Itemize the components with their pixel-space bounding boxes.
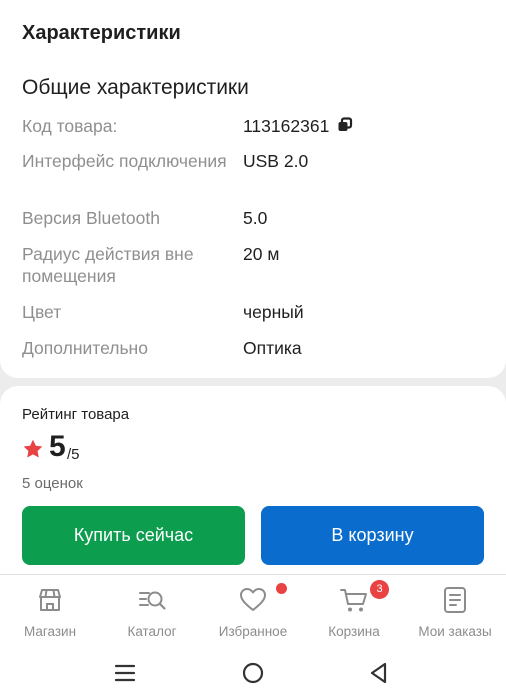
spec-value: 113162361 bbox=[243, 115, 353, 137]
rating-max: /5 bbox=[67, 446, 80, 463]
nav-item-store[interactable]: Магазин bbox=[0, 575, 100, 647]
nav-label: Магазин bbox=[23, 624, 77, 639]
nav-label: Корзина bbox=[328, 624, 380, 639]
nav-label: Каталог bbox=[127, 624, 177, 639]
star-icon bbox=[23, 439, 43, 458]
specs-card: Характеристики Общие характеристики Код … bbox=[0, 0, 506, 378]
home-icon[interactable] bbox=[238, 658, 268, 688]
copy-icon[interactable] bbox=[337, 117, 353, 133]
nav-item-catalog[interactable]: Каталог bbox=[102, 575, 202, 647]
cart-icon bbox=[340, 589, 367, 612]
menu-icon[interactable] bbox=[110, 658, 140, 688]
system-navigation-bar bbox=[0, 646, 506, 699]
nav-item-cart[interactable]: 3 Корзина bbox=[304, 575, 404, 647]
rating-card: Рейтинг товара 5 /5 5 оценок Купить сейч… bbox=[0, 386, 506, 586]
spec-value: черный bbox=[243, 302, 304, 322]
back-icon[interactable] bbox=[364, 658, 394, 688]
specs-section-title: Характеристики bbox=[22, 22, 181, 44]
spec-value: 5.0 bbox=[243, 208, 268, 228]
spec-name: Код товара: bbox=[22, 116, 118, 136]
nav-label: Избранное bbox=[218, 624, 288, 639]
spec-name: Цвет bbox=[22, 302, 62, 322]
cart-count-badge: 3 bbox=[370, 580, 389, 599]
bottom-navigation: Магазин Каталог Избранное 3 Корзина Мои … bbox=[0, 574, 506, 646]
nav-label: Мои заказы bbox=[418, 624, 492, 639]
rating-count[interactable]: 5 оценок bbox=[22, 475, 83, 492]
favorites-dot bbox=[276, 583, 287, 594]
nav-item-favorites[interactable]: Избранное bbox=[203, 575, 303, 647]
spec-name: Версия Bluetooth bbox=[22, 208, 160, 228]
specs-group-title: Общие характеристики bbox=[22, 76, 249, 99]
store-icon bbox=[39, 589, 61, 611]
rating-title: Рейтинг товара bbox=[22, 406, 130, 423]
orders-icon bbox=[444, 587, 466, 613]
rating-value: 5 bbox=[49, 430, 66, 463]
spec-name: Радиус действия вне помещения bbox=[22, 244, 194, 286]
spec-name: Интерфейс подключения bbox=[22, 151, 227, 171]
buy-now-button[interactable]: Купить сейчас bbox=[22, 506, 245, 565]
spec-name: Дополнительно bbox=[22, 338, 148, 358]
heart-icon bbox=[240, 588, 266, 611]
catalog-search-icon bbox=[139, 591, 166, 610]
product-code: 113162361 bbox=[243, 116, 330, 136]
spec-value: USB 2.0 bbox=[243, 151, 309, 171]
nav-item-orders[interactable]: Мои заказы bbox=[405, 575, 505, 647]
spec-value: 20 м bbox=[243, 244, 280, 264]
spec-value: Оптика bbox=[243, 338, 302, 358]
add-to-cart-button[interactable]: В корзину bbox=[261, 506, 484, 565]
